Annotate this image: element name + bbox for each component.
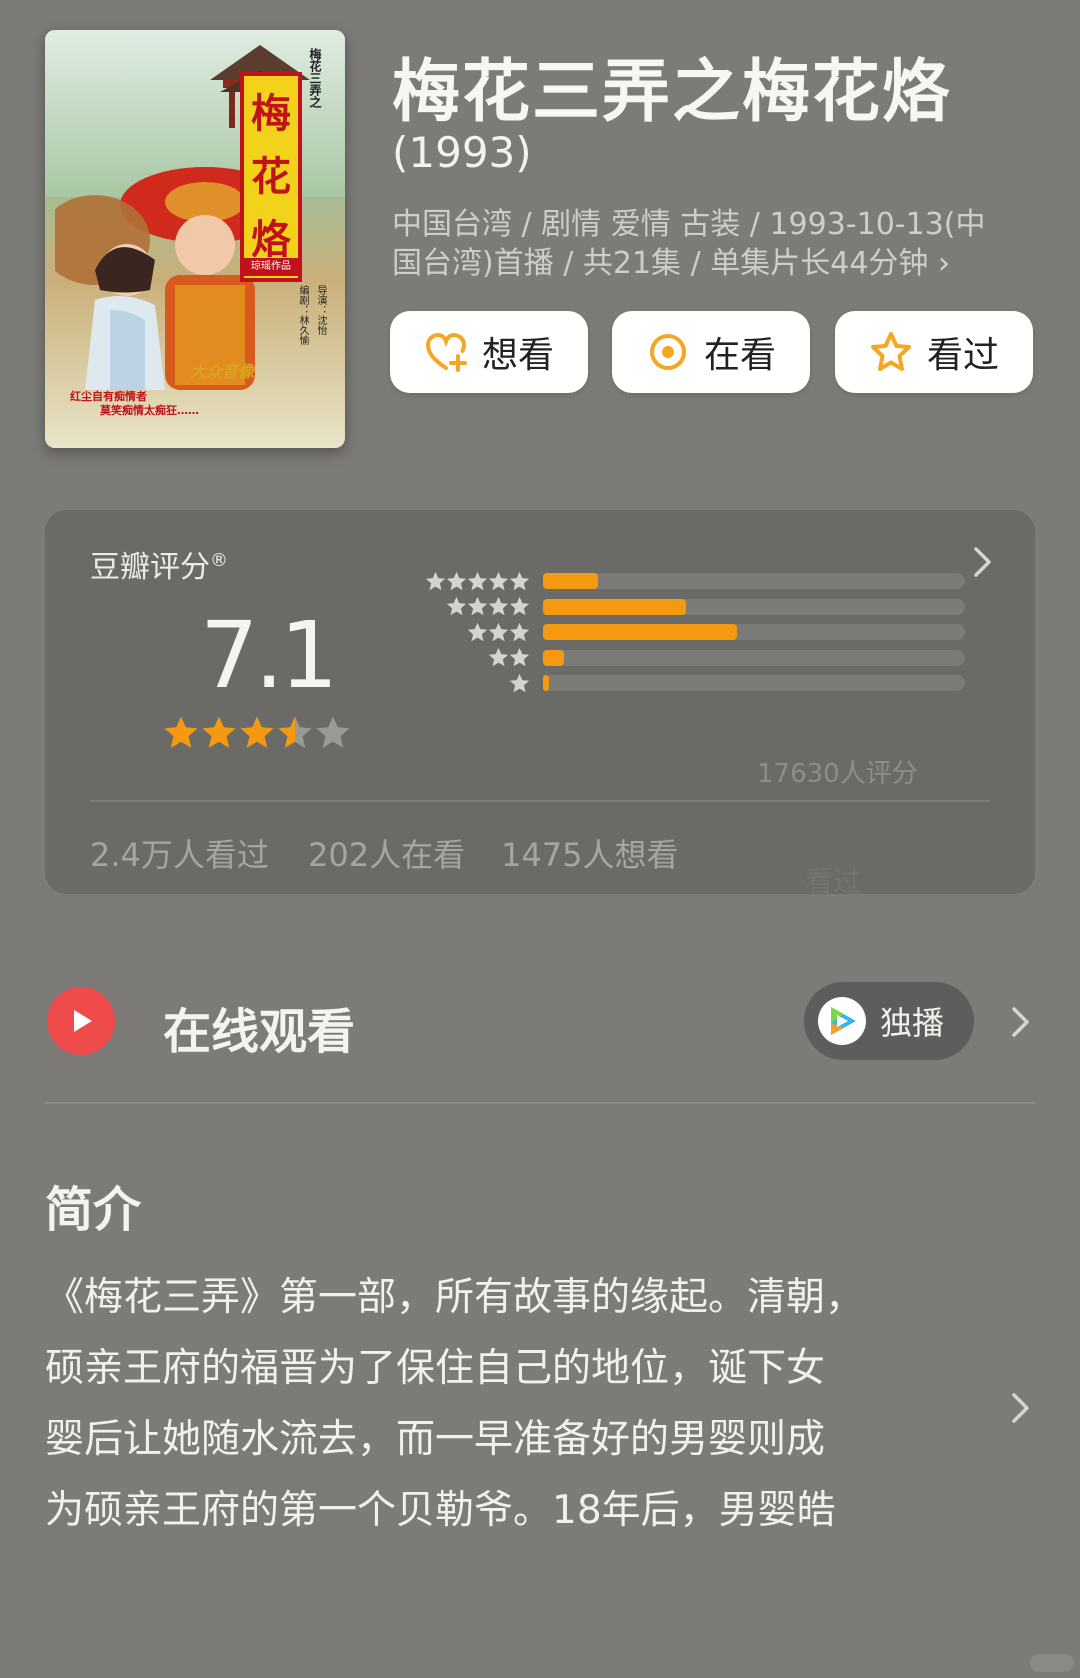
ghost-watched-text: 看过 [805, 865, 862, 898]
chevron-right-icon: › [937, 246, 950, 281]
watching-button[interactable]: 在看 [612, 311, 810, 393]
want-to-watch-label: 想看 [481, 335, 554, 376]
distribution-stars [375, 673, 530, 694]
tencent-video-icon [818, 997, 866, 1045]
poster-title-char: 梅 [251, 89, 291, 137]
star-small-icon [509, 673, 530, 692]
play-triangle-icon [74, 1010, 92, 1032]
intro-line: 为硕亲王府的第一个贝勒爷。18年后，男婴皓 [45, 1488, 836, 1533]
distribution-row [375, 596, 965, 618]
rating-label: 豆瓣评分® [90, 542, 228, 586]
poster-writer-credit: 编剧：林久愉 [297, 285, 308, 345]
distribution-stars [375, 647, 530, 668]
distribution-bar-fill [543, 624, 738, 640]
star-small-icon [488, 596, 509, 616]
star-half-icon [278, 716, 312, 748]
watched-count: 2.4万人看过 [90, 836, 269, 874]
poster-tagline: 红尘自有痴情者 莫笑痴情太痴狂…… [70, 390, 199, 418]
intro-text[interactable]: 《梅花三弄》第一部，所有故事的缘起。清朝， 硕亲王府的福晋为了保住自己的地位，诞… [45, 1262, 965, 1546]
divider [90, 800, 990, 802]
chevron-right-icon[interactable] [1010, 1390, 1032, 1426]
star-empty-icon [316, 716, 350, 748]
intro-line: 《梅花三弄》第一部，所有故事的缘起。清朝， [45, 1275, 865, 1320]
star-small-icon [488, 571, 509, 590]
play-icon[interactable] [47, 987, 115, 1055]
meta-line: 中国台湾 / 剧情 爱情 古装 / 1993-10-13(中 [392, 207, 986, 242]
distribution-bar-track [543, 624, 965, 640]
distribution-row [375, 570, 965, 592]
intro-line: 硕亲王府的福晋为了保住自己的地位，诞下女 [45, 1346, 826, 1391]
poster-title-char: 花 [251, 152, 291, 200]
star-filled-icon [240, 716, 274, 748]
want-count: 1475人想看 [501, 836, 679, 874]
distribution-row [375, 647, 965, 669]
watermark [1030, 1654, 1074, 1672]
star-small-icon [446, 596, 467, 616]
watching-count: 202人在看 [308, 836, 466, 874]
poster-tagline-line: 红尘自有痴情者 [70, 390, 147, 403]
distribution-bar-fill [543, 649, 565, 666]
exclusive-label: 独播 [880, 1004, 945, 1042]
star-small-icon [467, 571, 488, 590]
poster-brand-text: 大众音像 [190, 362, 255, 381]
star-filled-icon [202, 716, 236, 748]
rating-stars [163, 715, 351, 751]
distribution-stars [375, 571, 530, 592]
intro-heading: 简介 [45, 1182, 142, 1238]
rating-count: 17630人评分 [757, 759, 918, 789]
poster-title-box: 梅 花 烙 [240, 72, 302, 282]
poster-title-char: 烙 [251, 216, 291, 264]
rating-label-text: 豆瓣评分 [90, 550, 210, 585]
distribution-bar-track [543, 598, 965, 615]
star-small-icon [509, 622, 530, 641]
watching-label: 在看 [703, 335, 776, 376]
divider [45, 1102, 1035, 1104]
rating-score: 7.1 [200, 602, 338, 709]
watched-label: 看过 [926, 335, 999, 376]
distribution-bar-fill [543, 573, 598, 589]
distribution-bar-fill [543, 675, 550, 691]
star-small-icon [488, 647, 509, 667]
star-small-icon [509, 571, 530, 590]
release-year: (1993) [392, 128, 532, 177]
star-small-icon [425, 571, 446, 590]
watched-button[interactable]: 看过 [835, 311, 1033, 393]
page-title: 梅花三弄之梅花烙 [392, 53, 953, 132]
star-small-icon [467, 622, 488, 641]
heart-plus-icon [425, 332, 467, 372]
distribution-row [375, 621, 965, 643]
poster-tagline-line: 莫笑痴情太痴狂…… [100, 404, 199, 417]
chevron-right-icon[interactable] [1010, 1004, 1032, 1040]
meta-info[interactable]: 中国台湾 / 剧情 爱情 古装 / 1993-10-13(中 国台湾)首播 / … [392, 205, 1032, 283]
distribution-bar-track [543, 573, 965, 589]
target-icon [649, 334, 686, 370]
watch-online-title[interactable]: 在线观看 [163, 992, 355, 1062]
distribution-stars [375, 596, 530, 617]
registered-mark: ® [210, 550, 228, 571]
rating-card[interactable]: 豆瓣评分® 7.1 17630人评分 2.4万人看过 202人在看 1475人想… [45, 510, 1035, 898]
distribution-stars [375, 622, 530, 643]
poster-series-text: 梅花三弄之 [308, 48, 322, 108]
poster-image[interactable]: 梅 花 烙 琼瑶作品 梅花三弄之 导演：沈怡 编剧：林久愉 大众音像 红尘自有痴… [45, 30, 345, 448]
poster-director-credit: 导演：沈怡 [315, 285, 326, 335]
star-outline-icon [870, 332, 911, 371]
intro-line: 婴后让她随水流去，而一早准备好的男婴则成 [45, 1417, 826, 1462]
distribution-bar-track [543, 649, 965, 666]
meta-line: 国台湾)首播 / 共21集 / 单集片长44分钟 [392, 246, 929, 281]
distribution-row [375, 672, 965, 694]
chevron-right-icon[interactable] [971, 544, 995, 580]
exclusive-platform-button[interactable]: 独播 [804, 982, 974, 1060]
star-small-icon [488, 622, 509, 641]
distribution-bar-track [543, 675, 965, 691]
star-small-icon [446, 571, 467, 590]
want-to-watch-button[interactable]: 想看 [390, 311, 588, 393]
star-small-icon [467, 596, 488, 616]
star-filled-icon [164, 716, 198, 748]
star-small-icon [509, 647, 530, 667]
star-small-icon [509, 596, 530, 616]
poster-producer-label: 琼瑶作品 [243, 258, 299, 276]
distribution-bar-fill [543, 598, 687, 615]
